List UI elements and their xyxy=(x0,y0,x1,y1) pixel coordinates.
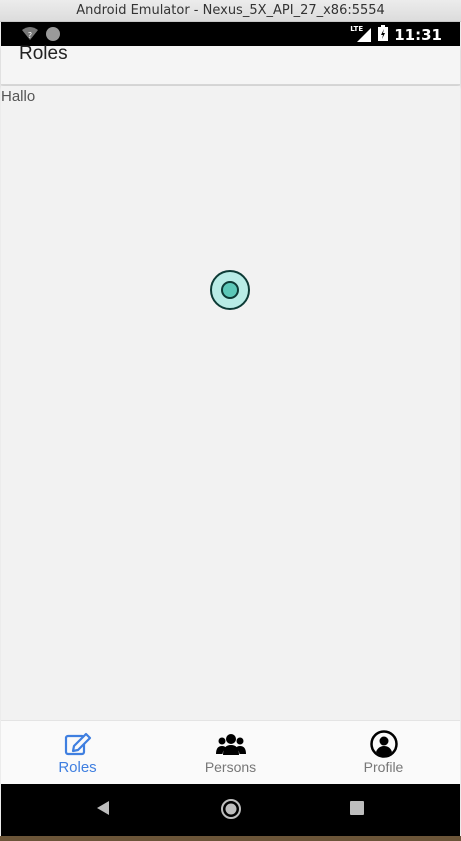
tab-profile-label: Profile xyxy=(363,759,404,775)
recents-button[interactable] xyxy=(350,801,364,820)
tab-persons[interactable]: Persons xyxy=(154,721,307,784)
android-status-bar: ? LTE 11:31 xyxy=(1,22,460,46)
tab-persons-label: Persons xyxy=(204,759,257,775)
status-time: 11:31 xyxy=(394,26,442,44)
tab-roles[interactable]: Roles xyxy=(1,721,154,784)
android-navigation-bar xyxy=(1,784,460,836)
lte-signal-icon: LTE xyxy=(350,25,372,43)
emulator-window: Android Emulator - Nexus_5X_API_27_x86:5… xyxy=(0,0,461,841)
window-titlebar: Android Emulator - Nexus_5X_API_27_x86:5… xyxy=(0,0,461,22)
tab-profile[interactable]: Profile xyxy=(307,721,460,784)
tab-roles-label: Roles xyxy=(58,759,97,776)
battery-charging-icon xyxy=(378,25,389,45)
app-bar: Roles xyxy=(1,43,460,85)
main-content: Hallo xyxy=(1,86,460,720)
user-circle-icon xyxy=(369,730,399,758)
window-frame-bottom xyxy=(0,836,461,841)
edit-icon xyxy=(63,730,93,758)
loading-spinner xyxy=(210,270,250,310)
users-icon xyxy=(215,730,246,758)
page-title: Roles xyxy=(19,43,68,64)
back-button[interactable] xyxy=(95,799,111,822)
home-button[interactable] xyxy=(220,798,242,825)
svg-text:?: ? xyxy=(28,31,32,40)
loading-spinner-inner xyxy=(221,281,239,299)
bottom-navigation: Roles Persons Profile xyxy=(1,720,460,784)
hello-text: Hallo xyxy=(1,88,36,105)
